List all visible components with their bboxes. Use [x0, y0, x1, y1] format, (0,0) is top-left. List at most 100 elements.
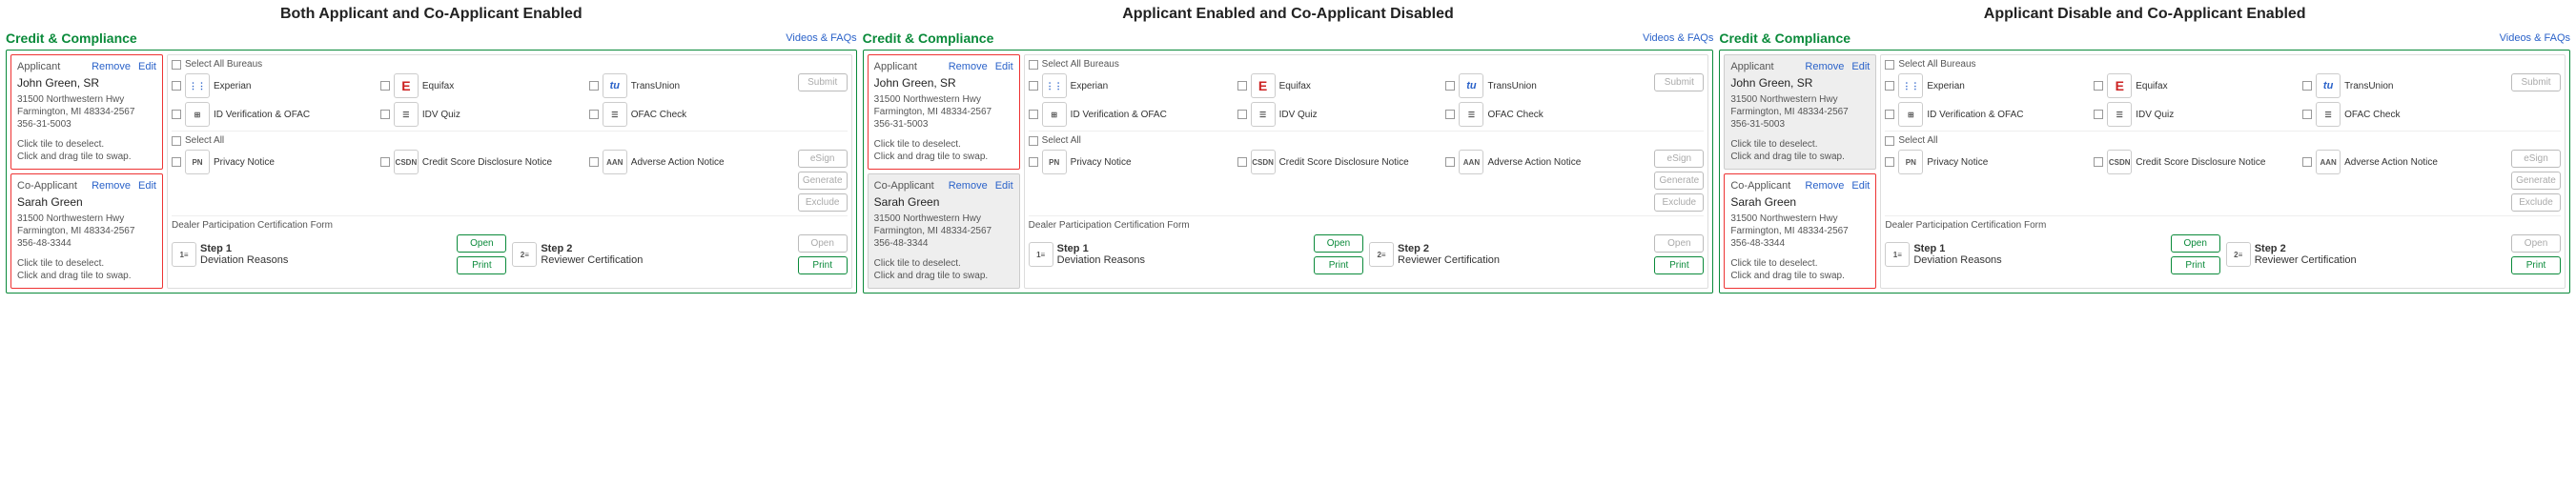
submit-button[interactable]: Submit — [1654, 73, 1704, 91]
bureau-item[interactable]: ☰IDV Quiz — [380, 102, 585, 127]
bureau-item[interactable]: EEquifax — [2094, 73, 2299, 98]
select-all-checkbox[interactable] — [172, 136, 181, 146]
checkbox[interactable] — [1029, 157, 1038, 167]
edit-link[interactable]: Edit — [138, 180, 156, 192]
bureau-item[interactable]: ☰OFAC Check — [589, 102, 794, 127]
checkbox[interactable] — [1445, 110, 1455, 119]
bureau-item[interactable]: ☰OFAC Check — [1445, 102, 1650, 127]
checkbox[interactable] — [2094, 81, 2103, 91]
bureau-item[interactable]: ☰IDV Quiz — [2094, 102, 2299, 127]
remove-link[interactable]: Remove — [92, 180, 131, 192]
videos-faqs-link[interactable]: Videos & FAQs — [1643, 32, 1713, 44]
checkbox[interactable] — [380, 81, 390, 91]
edit-link[interactable]: Edit — [1851, 61, 1870, 72]
checkbox[interactable] — [1029, 81, 1038, 91]
checkbox[interactable] — [1885, 157, 1894, 167]
esign-button[interactable]: eSign — [2511, 150, 2561, 168]
remove-link[interactable]: Remove — [949, 61, 988, 72]
print-button[interactable]: Print — [798, 256, 848, 274]
submit-button[interactable]: Submit — [798, 73, 848, 91]
checkbox[interactable] — [589, 157, 599, 167]
videos-faqs-link[interactable]: Videos & FAQs — [2500, 32, 2570, 44]
bureau-item[interactable]: ⊞ID Verification & OFAC — [1029, 102, 1234, 127]
applicant-tile[interactable]: ApplicantRemoveEdit John Green, SR 31500… — [868, 54, 1020, 170]
checkbox[interactable] — [1237, 157, 1247, 167]
bureau-item[interactable]: ⊞ID Verification & OFAC — [1885, 102, 2090, 127]
open-button[interactable]: Open — [1314, 234, 1363, 253]
bureau-item[interactable]: ⊞ID Verification & OFAC — [172, 102, 377, 127]
generate-button[interactable]: Generate — [2511, 172, 2561, 190]
open-button[interactable]: Open — [798, 234, 848, 253]
checkbox[interactable] — [1445, 157, 1455, 167]
print-button[interactable]: Print — [1314, 256, 1363, 274]
select-all-checkbox[interactable] — [1885, 136, 1894, 146]
select-all-bureaus-checkbox[interactable] — [1029, 60, 1038, 70]
applicant-tile[interactable]: ApplicantRemoveEdit John Green, SR 31500… — [10, 54, 163, 170]
print-button[interactable]: Print — [2171, 256, 2220, 274]
edit-link[interactable]: Edit — [995, 180, 1013, 192]
checkbox[interactable] — [2302, 81, 2312, 91]
videos-faqs-link[interactable]: Videos & FAQs — [786, 32, 856, 44]
notice-item[interactable]: PNPrivacy Notice — [172, 150, 377, 174]
notice-item[interactable]: PNPrivacy Notice — [1029, 150, 1234, 174]
checkbox[interactable] — [589, 81, 599, 91]
print-button[interactable]: Print — [457, 256, 506, 274]
remove-link[interactable]: Remove — [949, 180, 988, 192]
select-all-bureaus-checkbox[interactable] — [172, 60, 181, 70]
checkbox[interactable] — [1885, 110, 1894, 119]
checkbox[interactable] — [589, 110, 599, 119]
checkbox[interactable] — [1445, 81, 1455, 91]
coapplicant-tile[interactable]: Co-ApplicantRemoveEdit Sarah Green 31500… — [10, 173, 163, 289]
exclude-button[interactable]: Exclude — [2511, 193, 2561, 212]
coapplicant-tile-disabled[interactable]: Co-ApplicantRemoveEdit Sarah Green 31500… — [868, 173, 1020, 289]
checkbox[interactable] — [2302, 157, 2312, 167]
checkbox[interactable] — [1237, 81, 1247, 91]
notice-item[interactable]: CSDNCredit Score Disclosure Notice — [380, 150, 585, 174]
submit-button[interactable]: Submit — [2511, 73, 2561, 91]
open-button[interactable]: Open — [2171, 234, 2220, 253]
bureau-item[interactable]: ☰IDV Quiz — [1237, 102, 1442, 127]
notice-item[interactable]: CSDNCredit Score Disclosure Notice — [2094, 150, 2299, 174]
remove-link[interactable]: Remove — [92, 61, 131, 72]
bureau-item[interactable]: ⋮⋮Experian — [1885, 73, 2090, 98]
checkbox[interactable] — [1885, 81, 1894, 91]
open-button[interactable]: Open — [1654, 234, 1704, 253]
remove-link[interactable]: Remove — [1805, 180, 1844, 192]
open-button[interactable]: Open — [457, 234, 506, 253]
print-button[interactable]: Print — [1654, 256, 1704, 274]
esign-button[interactable]: eSign — [1654, 150, 1704, 168]
bureau-item[interactable]: tuTransUnion — [1445, 73, 1650, 98]
checkbox[interactable] — [2094, 157, 2103, 167]
checkbox[interactable] — [2094, 110, 2103, 119]
checkbox[interactable] — [380, 110, 390, 119]
notice-item[interactable]: AANAdverse Action Notice — [1445, 150, 1650, 174]
checkbox[interactable] — [1029, 110, 1038, 119]
notice-item[interactable]: AANAdverse Action Notice — [2302, 150, 2507, 174]
bureau-item[interactable]: ☰OFAC Check — [2302, 102, 2507, 127]
checkbox[interactable] — [380, 157, 390, 167]
remove-link[interactable]: Remove — [1805, 61, 1844, 72]
checkbox[interactable] — [172, 81, 181, 91]
notice-item[interactable]: PNPrivacy Notice — [1885, 150, 2090, 174]
generate-button[interactable]: Generate — [1654, 172, 1704, 190]
coapplicant-tile[interactable]: Co-ApplicantRemoveEdit Sarah Green 31500… — [1724, 173, 1876, 289]
open-button[interactable]: Open — [2511, 234, 2561, 253]
applicant-tile-disabled[interactable]: ApplicantRemoveEdit John Green, SR 31500… — [1724, 54, 1876, 170]
bureau-item[interactable]: EEquifax — [380, 73, 585, 98]
select-all-checkbox[interactable] — [1029, 136, 1038, 146]
print-button[interactable]: Print — [2511, 256, 2561, 274]
checkbox[interactable] — [172, 110, 181, 119]
bureau-item[interactable]: ⋮⋮Experian — [1029, 73, 1234, 98]
checkbox[interactable] — [1237, 110, 1247, 119]
bureau-item[interactable]: ⋮⋮Experian — [172, 73, 377, 98]
edit-link[interactable]: Edit — [1851, 180, 1870, 192]
notice-item[interactable]: CSDNCredit Score Disclosure Notice — [1237, 150, 1442, 174]
bureau-item[interactable]: tuTransUnion — [2302, 73, 2507, 98]
esign-button[interactable]: eSign — [798, 150, 848, 168]
edit-link[interactable]: Edit — [995, 61, 1013, 72]
bureau-item[interactable]: EEquifax — [1237, 73, 1442, 98]
checkbox[interactable] — [172, 157, 181, 167]
select-all-bureaus-checkbox[interactable] — [1885, 60, 1894, 70]
generate-button[interactable]: Generate — [798, 172, 848, 190]
bureau-item[interactable]: tuTransUnion — [589, 73, 794, 98]
